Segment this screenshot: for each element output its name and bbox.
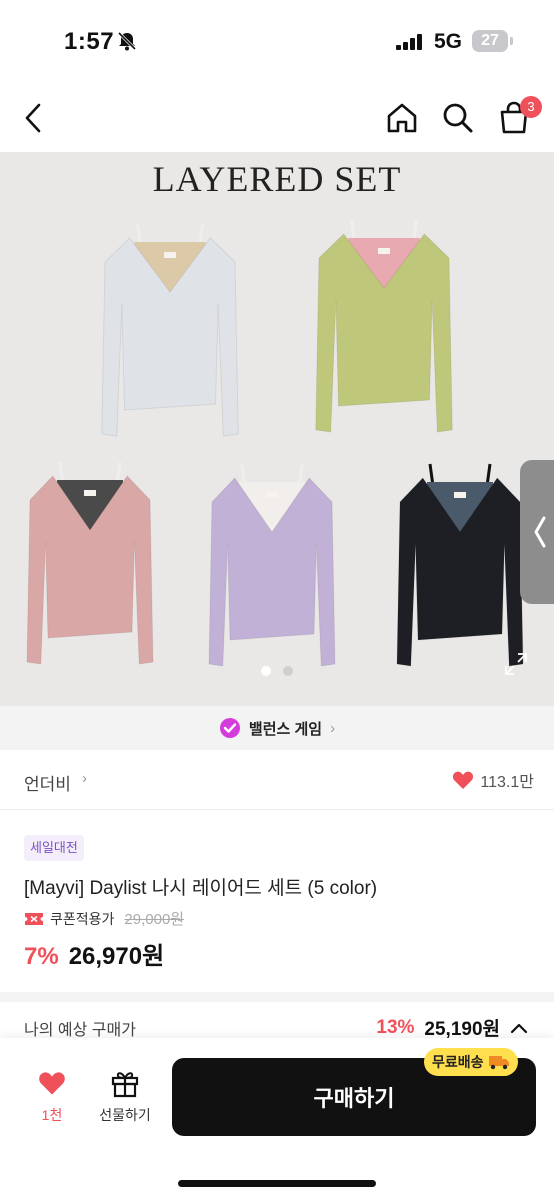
garment-3 — [26, 461, 154, 665]
status-bar: 1:57 5G 27 — [0, 0, 554, 84]
product-image-title: LAYERED SET — [152, 159, 402, 199]
heart-icon — [453, 771, 474, 789]
signal-icon — [396, 34, 426, 50]
free-shipping-badge: 무료배송 — [424, 1048, 518, 1076]
chevron-left-icon — [534, 516, 546, 548]
coupon-icon — [25, 912, 43, 925]
chevron-right-icon: › — [82, 770, 87, 787]
battery-tip — [510, 37, 513, 45]
balance-game-label: 밸런스 게임 — [248, 720, 323, 738]
garment-2 — [315, 219, 453, 433]
garment-1 — [101, 223, 239, 437]
original-price: 29,000원 — [124, 911, 185, 928]
section-divider — [0, 992, 554, 1002]
free-shipping-label: 무료배송 — [432, 1054, 484, 1070]
sale-event-tag: 세일대전 — [24, 835, 84, 861]
like-count: 1천 — [41, 1107, 63, 1123]
discount-rate: 7% — [24, 943, 59, 970]
coupon-label: 쿠폰적용가 — [50, 910, 115, 927]
back-arrow-icon — [25, 103, 41, 133]
garment-4 — [208, 463, 336, 667]
brand-like-count: 113.1만 — [480, 774, 534, 791]
brand-like-button[interactable]: 113.1만 — [452, 768, 534, 792]
bell-off-icon — [117, 31, 137, 51]
battery-icon: 27 — [472, 30, 508, 52]
brand-name-link[interactable]: 언더비 — [24, 770, 71, 795]
side-panel-handle[interactable] — [520, 460, 554, 604]
carousel-indicator — [0, 666, 554, 678]
price-row: 7% 26,970원 — [24, 936, 164, 971]
coupon-price-row: 쿠폰적용가 29,000원 — [24, 908, 184, 929]
like-button[interactable]: 1천 — [24, 1070, 80, 1130]
back-button[interactable] — [12, 96, 56, 140]
buy-button-label: 구매하기 — [313, 1086, 395, 1111]
expected-price-value: 13% 25,190원 — [376, 1014, 528, 1041]
heart-icon — [39, 1072, 65, 1095]
verified-badge-icon — [219, 718, 240, 738]
bottom-action-bar: 1천 선물하기 구매하기 무료배송 — [0, 1038, 554, 1200]
truck-icon — [488, 1056, 509, 1070]
carousel-dot[interactable] — [261, 666, 271, 676]
home-button[interactable] — [380, 96, 424, 140]
chevron-up-icon[interactable] — [510, 1022, 528, 1034]
home-indicator — [178, 1180, 376, 1187]
gift-icon — [111, 1072, 139, 1098]
expand-icon[interactable] — [504, 652, 528, 676]
status-time: 1:57 — [64, 28, 115, 55]
top-nav — [0, 84, 554, 152]
balance-game-banner[interactable]: 밸런스 게임 › — [0, 706, 554, 750]
cart-count-badge: 3 — [520, 96, 542, 118]
home-icon — [387, 103, 417, 133]
search-icon — [443, 103, 473, 133]
expected-price: 25,190원 — [424, 1019, 500, 1040]
product-image-carousel[interactable]: LAYERED SET — [0, 152, 554, 706]
garment-5 — [396, 463, 524, 667]
gift-label: 선물하기 — [99, 1107, 151, 1123]
brand-row: 언더비 › 113.1만 — [0, 750, 554, 810]
battery-level: 27 — [481, 32, 499, 49]
sale-price: 26,970원 — [68, 943, 165, 970]
chevron-right-icon: › — [330, 719, 336, 737]
expected-price-label: 나의 예상 구매가 — [24, 1022, 136, 1039]
search-button[interactable] — [436, 96, 480, 140]
expected-discount: 13% — [376, 1016, 415, 1038]
product-title: [Mayvi] Daylist 나시 레이어드 세트 (5 color) — [24, 878, 378, 899]
carousel-dot[interactable] — [283, 666, 293, 676]
product-photo — [26, 219, 524, 667]
network-label: 5G — [434, 30, 463, 53]
gift-button[interactable]: 선물하기 — [90, 1068, 160, 1132]
